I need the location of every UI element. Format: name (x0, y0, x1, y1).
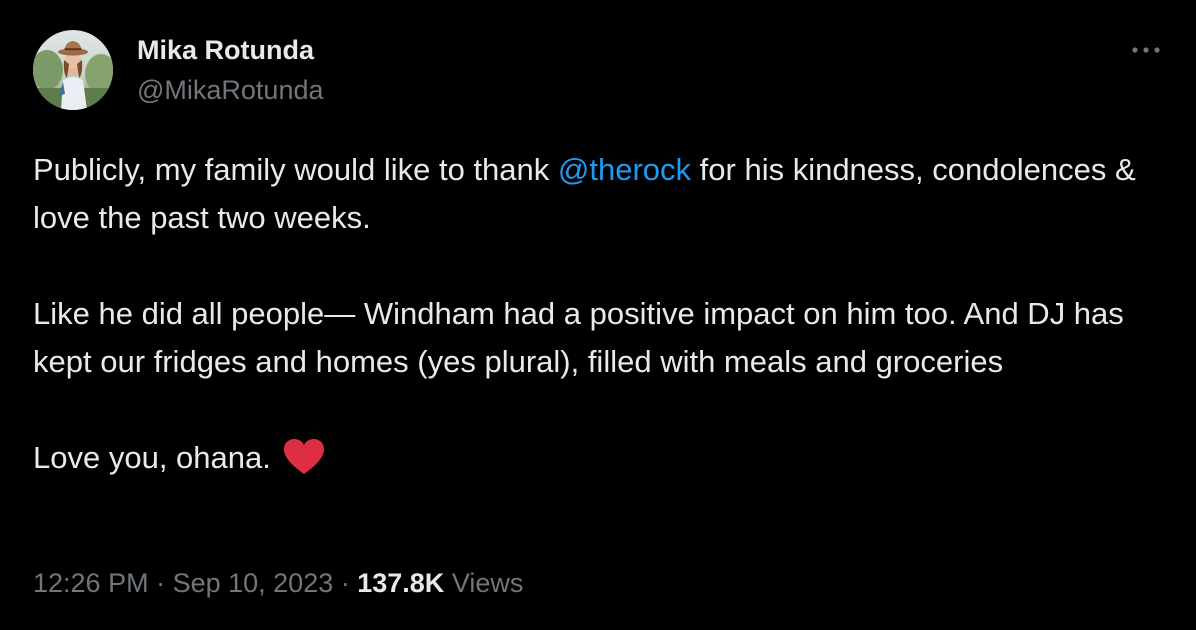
mention-link[interactable]: @therock (558, 152, 691, 187)
views-label: Views (444, 568, 524, 598)
tweet-date[interactable]: Sep 10, 2023 (173, 568, 334, 598)
ellipsis-icon (1132, 47, 1160, 53)
tweet-paragraph-1: Publicly, my family would like to thank … (33, 146, 1173, 242)
separator-dot: · (148, 568, 173, 598)
author-handle[interactable]: @MikaRotunda (137, 74, 324, 106)
tweet-paragraph-3: Love you, ohana. (33, 434, 1173, 482)
tweet-time[interactable]: 12:26 PM (33, 568, 149, 598)
author-display-name[interactable]: Mika Rotunda (137, 34, 314, 66)
separator-dot: · (333, 568, 358, 598)
views-count: 137.8K (357, 568, 445, 598)
tweet-card: Mika Rotunda @MikaRotunda Publicly, my f… (0, 0, 1196, 630)
more-options-button[interactable] (1126, 38, 1166, 62)
author-avatar[interactable] (33, 30, 113, 110)
tweet-text-segment: Love you, ohana. (33, 440, 271, 475)
tweet-paragraph-2: Like he did all people— Windham had a po… (33, 296, 1124, 379)
red-heart-emoji (283, 438, 325, 476)
avatar-image (33, 30, 113, 110)
tweet-text-segment: Publicly, my family would like to thank (33, 152, 558, 187)
tweet-text: Publicly, my family would like to thank … (33, 146, 1173, 482)
tweet-metadata: 12:26 PM · Sep 10, 2023 · 137.8K Views (33, 566, 523, 600)
